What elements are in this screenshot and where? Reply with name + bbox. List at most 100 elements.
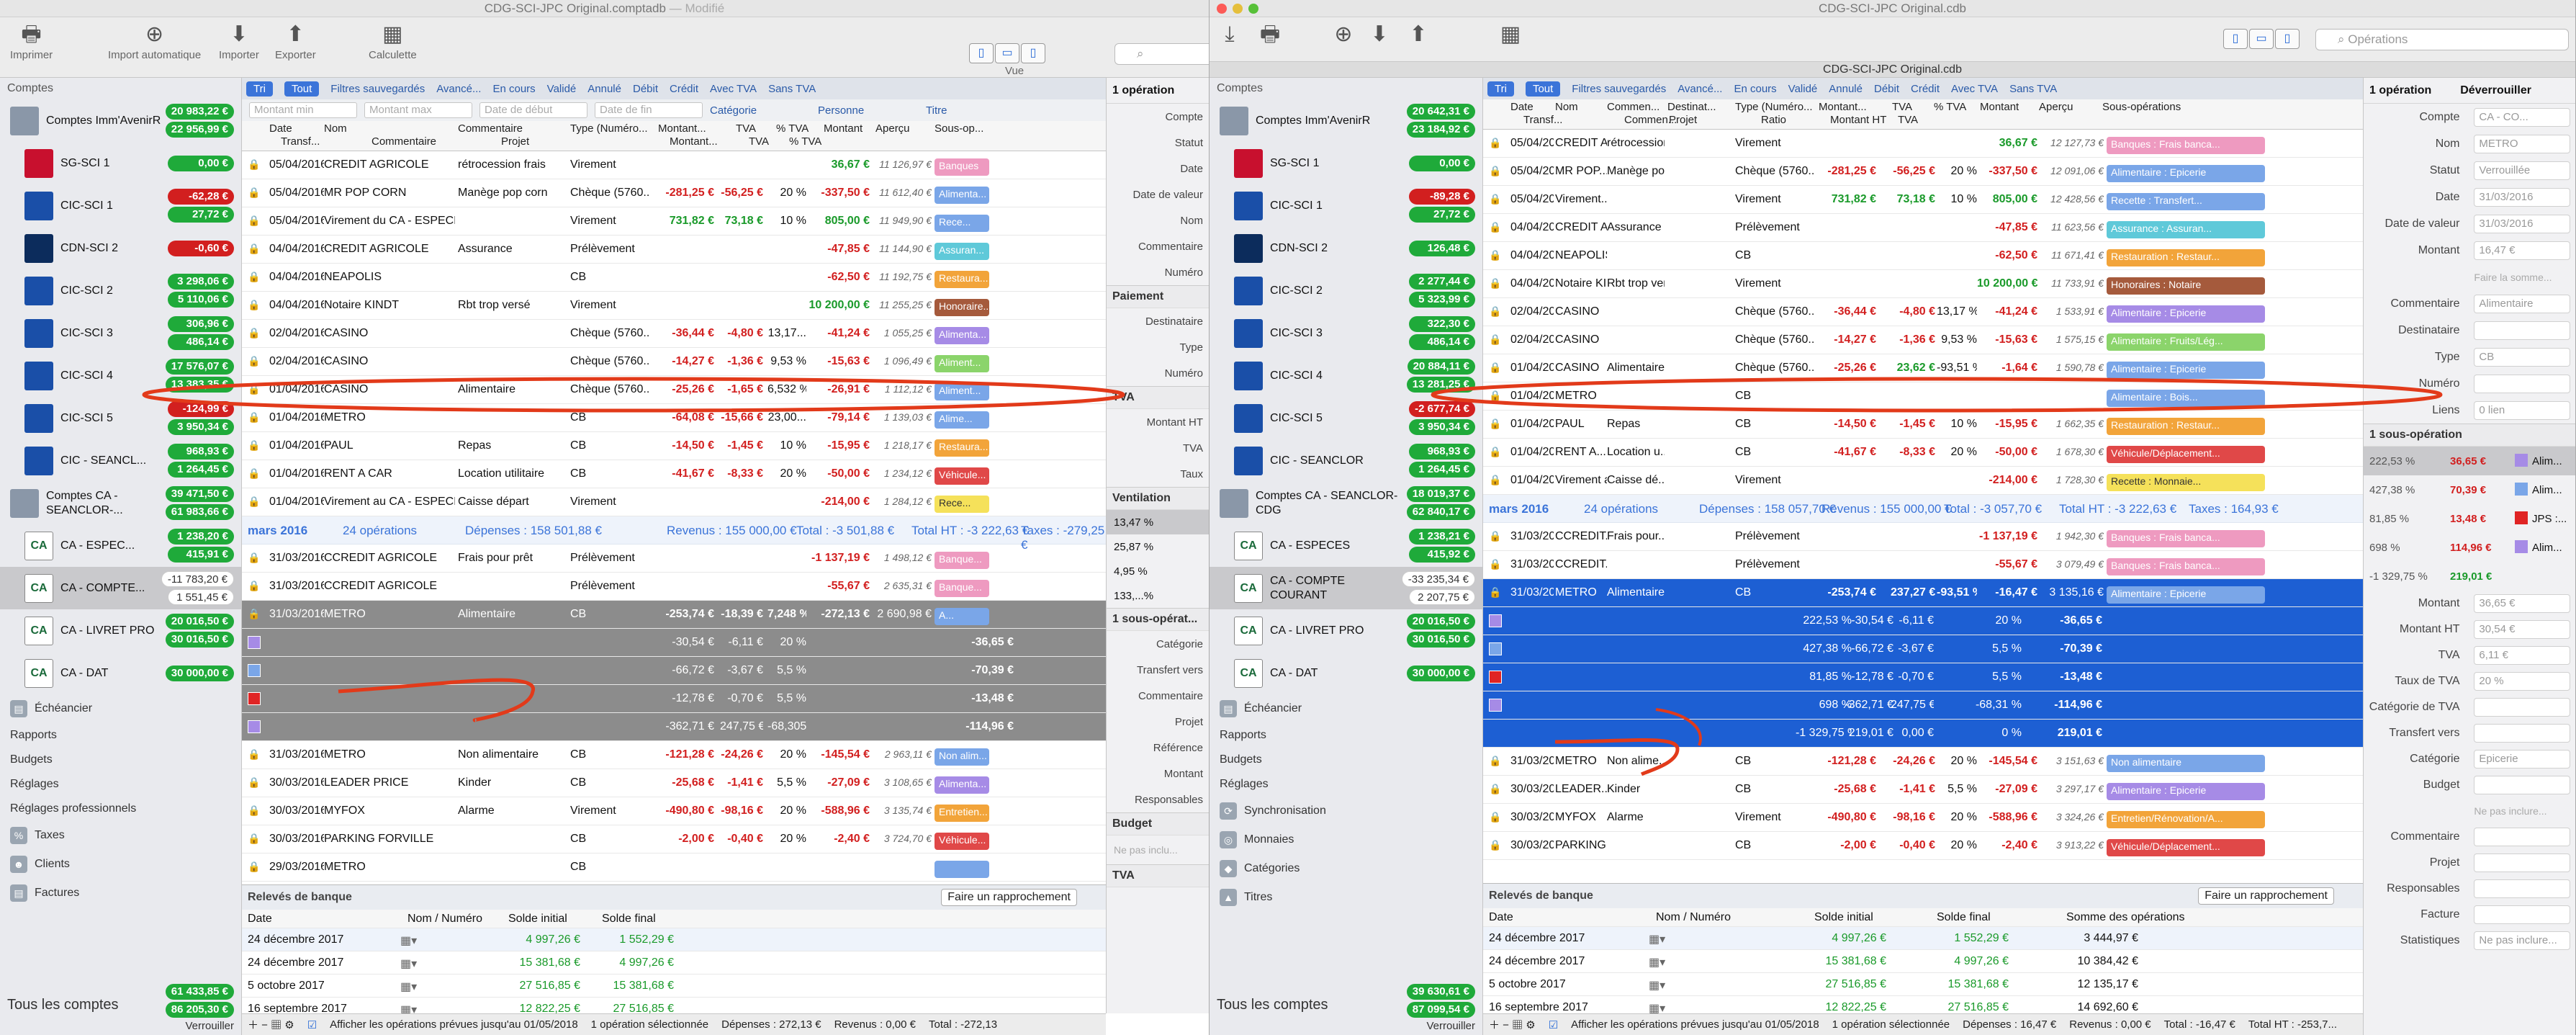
account-row[interactable]: CIC-SCI 2 3 298,06 € 5 110,06 € [0, 269, 241, 312]
filter-7[interactable]: Débit [1874, 83, 1899, 95]
column-header[interactable]: Date [1510, 101, 1534, 113]
inspector-field[interactable]: Date 31/03/2016 [2364, 184, 2575, 210]
right-print-button[interactable]: 🖶 [1257, 20, 1283, 49]
table-row[interactable]: 🔒 02/04/2016CASINO Chèque (5760... -36,44 €… [242, 320, 1106, 348]
filter-field[interactable]: Montant min [249, 102, 357, 118]
table-row[interactable]: 🔒 30/03/2016 LEADER PRICE Kinder CB -25,68 € -… [242, 769, 1106, 797]
column-header[interactable]: Commen... [1607, 101, 1659, 113]
inspector-field[interactable]: TVA 6,11 € [2364, 642, 2575, 668]
column-header[interactable]: Nom [324, 122, 347, 135]
field-value[interactable]: 0 lien [2474, 400, 2570, 420]
table-row[interactable]: 🔒 04/04/2016 NEAPOLIS CB -62,50 € 11 192,75 €… [242, 264, 1106, 292]
account-row[interactable]: CA CA - LIVRET PRO 20 016,50 € 30 016,50 € [1210, 609, 1482, 652]
inspector-field[interactable]: Catégorie [1107, 631, 1209, 657]
column-header[interactable]: Aperçu [875, 122, 910, 135]
account-row[interactable]: CIC - SEANCLOR 968,93 € 1 264,45 € [1210, 439, 1482, 482]
checkbox-icon[interactable]: ☑ [1549, 1018, 1558, 1031]
inspector-field[interactable]: Liens 0 lien [2364, 397, 2575, 424]
inspector-field[interactable]: Numéro [1107, 259, 1209, 285]
column-header[interactable]: TVA [736, 122, 756, 135]
sub-operation-row[interactable]: 698 % -362,71 €247,75 € -68,31 % -114,96 € [1483, 691, 2363, 720]
inspector-field[interactable]: Catégorie de TVA [2364, 694, 2575, 720]
bank-column-header[interactable]: Date [1489, 911, 1513, 924]
bank-row[interactable]: 24 décembre 2017 ▦▾ 15 381,68 € 4 997,26 € [242, 951, 1106, 974]
inspector-field[interactable]: Taux de TVA 20 % [2364, 668, 2575, 694]
account-row[interactable]: CA CA - LIVRET PRO 20 016,50 € 30 016,50 € [0, 609, 241, 652]
reconcile-button[interactable]: Faire un rapprochement [2198, 887, 2334, 905]
table-row[interactable]: 🔒 05/04/2016CREDIT A...rétrocession Vireme… [1483, 130, 2363, 158]
left-export-button[interactable]: ⬆ Exporter [275, 20, 316, 61]
field-value[interactable] [2474, 698, 2570, 717]
filter-field[interactable]: Personne [818, 104, 919, 117]
inspector-field[interactable]: Responsables [1107, 787, 1209, 812]
filter-9[interactable]: Avec TVA [710, 83, 757, 95]
sidebar-item-budgets[interactable]: Budgets [1210, 748, 1482, 772]
inspector-field[interactable]: Responsables [2364, 876, 2575, 902]
field-value[interactable]: 30,54 € [2474, 620, 2570, 639]
field-value[interactable]: 31/03/2016 [2474, 187, 2570, 207]
sidebar-item-factures[interactable]: ▤ Factures [0, 879, 241, 908]
sub-operation-row[interactable]: -66,72 € -3,67 € 5,5 % -70,39 € [242, 657, 1106, 685]
filter-0[interactable]: Tri [1487, 81, 1514, 97]
column-header[interactable]: Sous-op... [935, 122, 983, 135]
left-view-switcher[interactable]: ▯ ▭ ▯ [969, 43, 1045, 63]
inspector-field[interactable]: Ne pas inclure... [2364, 798, 2575, 824]
table-row[interactable]: 🔒 04/04/2016Notaire KI...Rbt trop versé Vi… [1483, 270, 2363, 298]
table-row[interactable]: 🔒 01/04/2016Virement a...Caisse dé... Vire… [1483, 467, 2363, 495]
table-row[interactable]: 🔒 02/04/2016CASINO Chèque (5760... -36,44 €… [1483, 298, 2363, 326]
table-row[interactable]: 🔒 01/04/2016 Virement au CA - ESPECES Caiss… [242, 488, 1106, 516]
add-icon[interactable]: ＋ − ▦ ⚙ [1489, 1017, 1536, 1032]
inspector-field[interactable]: Montant 16,47 € [2364, 237, 2575, 264]
inspector-field[interactable]: TVA [1107, 435, 1209, 461]
table-row[interactable]: 🔒30/03/2016MYFOXAlarmeVirement-490,80 €-… [242, 797, 1106, 825]
filter-2[interactable]: Filtres sauvegardés [330, 83, 425, 95]
field-value[interactable] [2474, 724, 2570, 743]
inspector-field[interactable]: Faire la somme... [2364, 264, 2575, 290]
column-header[interactable]: Nom [1555, 101, 1578, 113]
account-row[interactable]: CIC-SCI 1 -62,28 € 27,72 € [0, 184, 241, 227]
inspector-field[interactable]: Commentaire [2364, 824, 2575, 850]
column-header[interactable]: Montant... [1819, 101, 1867, 113]
table-row[interactable]: 🔒 31/03/2016CCREDIT...Frais pour... Prélèv… [1483, 523, 2363, 551]
bank-row[interactable]: 24 décembre 2017 ▦▾ 15 381,68 € 4 997,26 € 1… [1483, 950, 2363, 973]
sidebar-item-taxes[interactable]: % Taxes [0, 821, 241, 850]
table-row[interactable]: 🔒 05/04/2016 MR POP CORN Manège pop corn Chè… [242, 179, 1106, 207]
table-row[interactable]: 🔒 31/03/2016METRO Non alime... CB -121,28 € -… [1483, 748, 2363, 776]
field-value[interactable]: Alimentaire [2474, 294, 2570, 313]
window-controls[interactable] [1217, 4, 1258, 14]
column-header[interactable]: Aperçu [2039, 101, 2073, 113]
field-value[interactable]: 20 % [2474, 672, 2570, 691]
right-view-switcher[interactable]: ▯ ▭ ▯ [2223, 29, 2300, 49]
left-print-button[interactable]: 🖶 Imprimer [10, 20, 53, 61]
field-value[interactable]: Verrouillée [2474, 161, 2570, 180]
column-header[interactable]: Type (Numéro... [570, 122, 648, 135]
account-row[interactable]: Comptes Imm'AvenirR 20 983,22 € 22 956,99 … [0, 99, 241, 142]
table-row[interactable]: 🔒 05/04/2016 Virement du CA - ESPECES Virem… [242, 207, 1106, 236]
sidebar-item-cat-gories[interactable]: ◆ Catégories [1210, 854, 1482, 883]
right-autoimport-button[interactable]: ⊕ [1330, 20, 1356, 49]
add-icon[interactable]: ＋ − ▦ ⚙ [248, 1017, 294, 1032]
filter-field[interactable]: Date de début [479, 102, 587, 118]
inspector-field[interactable]: Numéro [1107, 360, 1209, 386]
account-row[interactable]: CDN-SCI 2 -0,60 € [0, 227, 241, 269]
left-calculator-button[interactable]: ▦ Calculette [369, 20, 417, 61]
sub-operation-row[interactable]: -30,54 € -6,11 € 20 % -36,65 € [242, 629, 1106, 657]
table-row[interactable]: 🔒 01/04/2016PAUL Repas CB -14,50 € -1,45 € 10 … [1483, 411, 2363, 439]
account-row[interactable]: CIC-SCI 1 -89,28 € 27,72 € [1210, 184, 1482, 227]
sidebar-item--ch-ancier[interactable]: ▤ Échéancier [1210, 694, 1482, 723]
account-row[interactable]: SG-SCI 1 0,00 € [1210, 142, 1482, 184]
field-value[interactable] [2474, 853, 2570, 872]
section-sub-operation[interactable]: 1 sous-opérat... [1107, 608, 1209, 631]
bank-column-header[interactable]: Solde final [602, 913, 656, 926]
inspector-field[interactable]: Transfert vers [1107, 657, 1209, 683]
table-row[interactable]: 🔒 01/04/2016 METRO CB -64,08 € -15,66 € 23,00.… [242, 404, 1106, 432]
section-sub-operations[interactable]: 1 sous-opération [2364, 424, 2575, 447]
inspector-field[interactable]: Projet [1107, 709, 1209, 735]
inspector-field[interactable]: Montant 36,65 € [2364, 591, 2575, 617]
lock-button[interactable]: Verrouiller [185, 1020, 234, 1032]
bank-column-header[interactable]: Solde initial [1814, 911, 1873, 924]
field-value[interactable]: 6,11 € [2474, 646, 2570, 665]
sub-operation-item[interactable]: 427,38 % 70,39 € Alim... [2364, 475, 2575, 504]
account-row[interactable]: CIC-SCI 2 2 277,44 € 5 323,99 € [1210, 269, 1482, 312]
table-row[interactable]: 🔒 01/04/2016CASINO Alimentaire Chèque (5760… [1483, 354, 2363, 382]
